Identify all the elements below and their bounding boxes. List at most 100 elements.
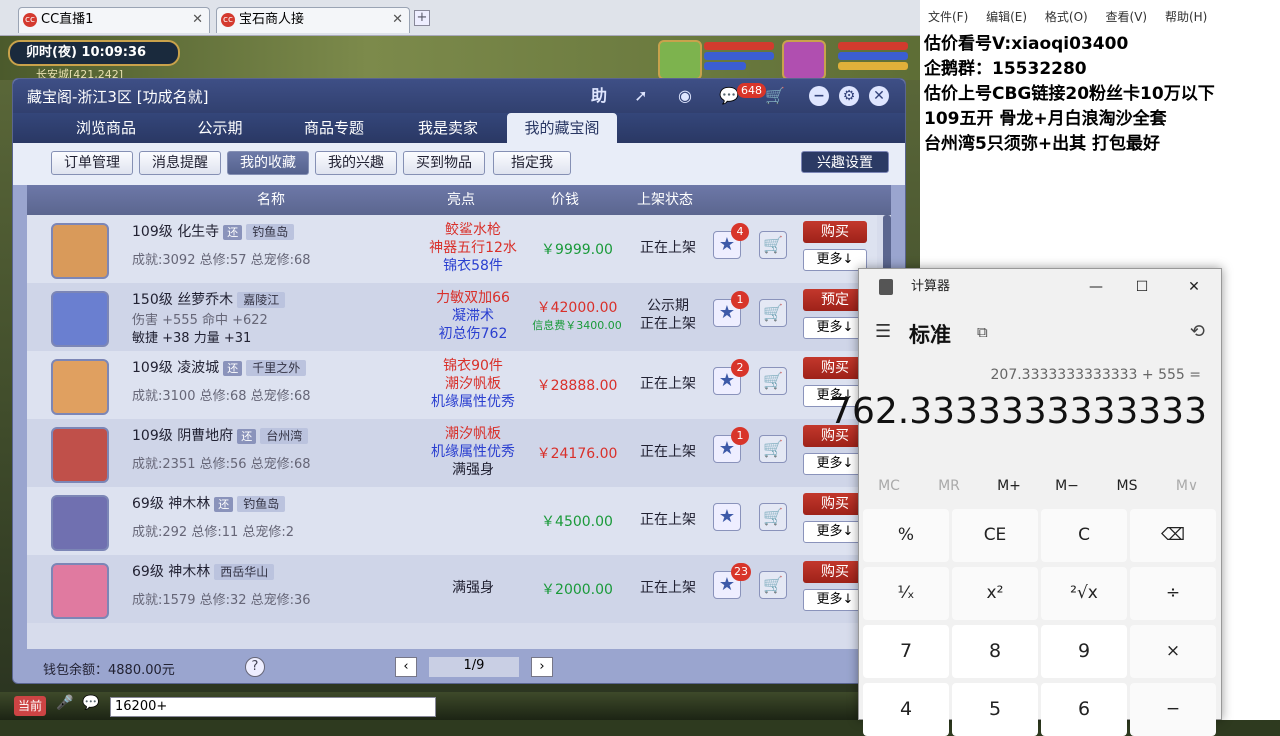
calc-key[interactable]: x²	[952, 567, 1038, 620]
calc-key[interactable]: ⌫	[1130, 509, 1216, 562]
character-avatar[interactable]	[51, 563, 109, 619]
cart-icon[interactable]: 🛒	[759, 435, 787, 463]
expression-display: 207.3333333333333 + 555 =	[990, 367, 1202, 383]
character-avatar[interactable]	[51, 359, 109, 415]
cart-icon[interactable]: 🛒	[759, 231, 787, 259]
messages-button[interactable]: 消息提醒	[139, 151, 221, 175]
calc-key[interactable]: 4	[863, 683, 949, 736]
table-row[interactable]: 109级 凌波城还千里之外 成就:3100 总修:68 总宠修:68 锦衣90件 潮汐…	[27, 351, 877, 419]
wallet-balance: 钱包余额：4880.00元	[43, 663, 175, 678]
orders-button[interactable]: 订单管理	[51, 151, 133, 175]
cart-icon[interactable]: 🛒	[759, 571, 787, 599]
calculator-mode: 标准	[909, 323, 951, 347]
interest-settings-button[interactable]: 兴趣设置	[801, 151, 889, 173]
school: 神木林	[168, 564, 211, 580]
record-icon[interactable]: ◉	[673, 85, 697, 107]
pet-portrait[interactable]	[658, 40, 702, 80]
table-row[interactable]: 69级 神木林 西岳华山 成就:1579 总修:32 总宠修:36 满强身 ￥2000.…	[27, 555, 877, 623]
table-row[interactable]: 109级 阴曹地府还台州湾 成就:2351 总修:56 总宠修:68 潮汐帆板 机缘属…	[27, 419, 877, 487]
player-portrait[interactable]	[782, 40, 826, 80]
close-icon[interactable]: ✕	[192, 8, 203, 32]
assigned-to-me-button[interactable]: 指定我	[493, 151, 571, 175]
history-icon[interactable]: ⟲	[1190, 321, 1205, 342]
text-line: 台州湾5只须弥+出其 打包最好	[924, 134, 1160, 154]
favorite-star-icon[interactable]: ★	[713, 503, 741, 531]
settings-gear-icon[interactable]: ⚙	[839, 86, 859, 106]
table-row[interactable]: 109级 化生寺还钓鱼岛 成就:3092 总修:57 总宠修:68 鲛鲨水枪 神器五行…	[27, 215, 877, 283]
keep-on-top-icon[interactable]: ⧉	[977, 323, 988, 341]
calc-key[interactable]: CE	[952, 509, 1038, 562]
maximize-button[interactable]: ☐	[1119, 269, 1165, 305]
tab-browse[interactable]: 浏览商品	[51, 113, 161, 143]
menu-format[interactable]: 格式(O)	[1045, 10, 1088, 24]
menu-help[interactable]: 帮助(H)	[1165, 10, 1207, 24]
table-row[interactable]: 69级 神木林还钓鱼岛 成就:292 总修:11 总宠修:2 ￥4500.00 正在上…	[27, 487, 877, 555]
tab-my-pavilion[interactable]: 我的藏宝阁	[507, 113, 617, 143]
minimize-icon[interactable]: −	[809, 86, 829, 106]
calc-key[interactable]: 7	[863, 625, 949, 678]
calc-key[interactable]: ×	[1130, 625, 1216, 678]
main-nav: 浏览商品 公示期 商品专题 我是卖家 我的藏宝阁 🔍	[13, 113, 905, 173]
favorites-button[interactable]: 我的收藏	[227, 151, 309, 175]
browser-tab-gem-merchant[interactable]: cc 宝石商人接 ✕	[216, 7, 410, 33]
memory-list-button[interactable]: M∨	[1157, 469, 1217, 503]
tab-publicity[interactable]: 公示期	[165, 113, 275, 143]
interests-button[interactable]: 我的兴趣	[315, 151, 397, 175]
calc-key[interactable]: 9	[1041, 625, 1127, 678]
calc-key[interactable]: 8	[952, 625, 1038, 678]
character-avatar[interactable]	[51, 495, 109, 551]
calc-key[interactable]: C	[1041, 509, 1127, 562]
notepad-text[interactable]: 估价看号V:xiaoqi03400 企鹅群：15532280 估价上号CBG链接…	[924, 32, 1215, 157]
microphone-icon[interactable]: 🎤	[56, 695, 73, 711]
text-line: 109五开 骨龙+月白浪淘沙全套	[924, 109, 1167, 129]
calc-key[interactable]: 6	[1041, 683, 1127, 736]
highlight-item: 初总伤762	[438, 326, 508, 342]
character-avatar[interactable]	[51, 427, 109, 483]
browser-tab-cc-live[interactable]: cc CC直播1 ✕	[18, 7, 210, 33]
cart-icon[interactable]: 🛒	[759, 299, 787, 327]
calc-key[interactable]: %	[863, 509, 949, 562]
table-row[interactable]: 150级 丝萝乔木 嘉陵江 伤害 +555 命中 +622 敏捷 +38 力量 +31…	[27, 283, 877, 351]
emoji-icon[interactable]: 💬	[82, 695, 99, 711]
prev-page-button[interactable]: ‹	[395, 657, 417, 677]
help-button[interactable]: 助	[587, 85, 611, 107]
buy-button[interactable]: 购买	[803, 221, 867, 243]
close-icon[interactable]: ✕	[869, 86, 889, 106]
character-avatar[interactable]	[51, 223, 109, 279]
calc-key[interactable]: 5	[952, 683, 1038, 736]
mr-button[interactable]: MR	[919, 469, 979, 503]
shopping-cart-icon[interactable]: 🛒	[763, 85, 787, 107]
help-icon[interactable]: ?	[245, 657, 265, 677]
chat-input[interactable]: 16200+	[110, 697, 436, 717]
chat-channel-button[interactable]: 当前	[14, 696, 46, 716]
notification-badge: 648	[737, 83, 766, 98]
cart-icon[interactable]: 🛒	[759, 367, 787, 395]
calc-key[interactable]: ¹⁄ₓ	[863, 567, 949, 620]
calc-key[interactable]: ²√x	[1041, 567, 1127, 620]
minimize-button[interactable]: —	[1073, 269, 1119, 305]
menu-view[interactable]: 查看(V)	[1106, 10, 1148, 24]
m-minus-button[interactable]: M−	[1037, 469, 1097, 503]
tab-topics[interactable]: 商品专题	[279, 113, 389, 143]
highlight-item: 潮汐帆板	[445, 426, 501, 442]
new-tab-button[interactable]: +	[414, 10, 430, 26]
menu-edit[interactable]: 编辑(E)	[986, 10, 1027, 24]
m-plus-button[interactable]: M+	[979, 469, 1039, 503]
character-avatar[interactable]	[51, 291, 109, 347]
menu-icon[interactable]: ☰	[875, 321, 891, 342]
listing-title: 150级 丝萝乔木 嘉陵江	[132, 289, 286, 309]
share-icon[interactable]: ➚	[629, 85, 653, 107]
close-button[interactable]: ✕	[1171, 269, 1217, 305]
calc-key[interactable]: −	[1130, 683, 1216, 736]
cart-icon[interactable]: 🛒	[759, 503, 787, 531]
calc-key[interactable]: ÷	[1130, 567, 1216, 620]
menu-file[interactable]: 文件(F)	[928, 10, 968, 24]
close-icon[interactable]: ✕	[392, 8, 403, 32]
mc-button[interactable]: MC	[859, 469, 919, 503]
tab-seller[interactable]: 我是卖家	[393, 113, 503, 143]
ms-button[interactable]: MS	[1097, 469, 1157, 503]
level: 69级	[132, 564, 164, 580]
highlights: 鲛鲨水枪 神器五行12水 锦衣58件	[417, 221, 529, 275]
purchased-button[interactable]: 买到物品	[403, 151, 485, 175]
next-page-button[interactable]: ›	[531, 657, 553, 677]
